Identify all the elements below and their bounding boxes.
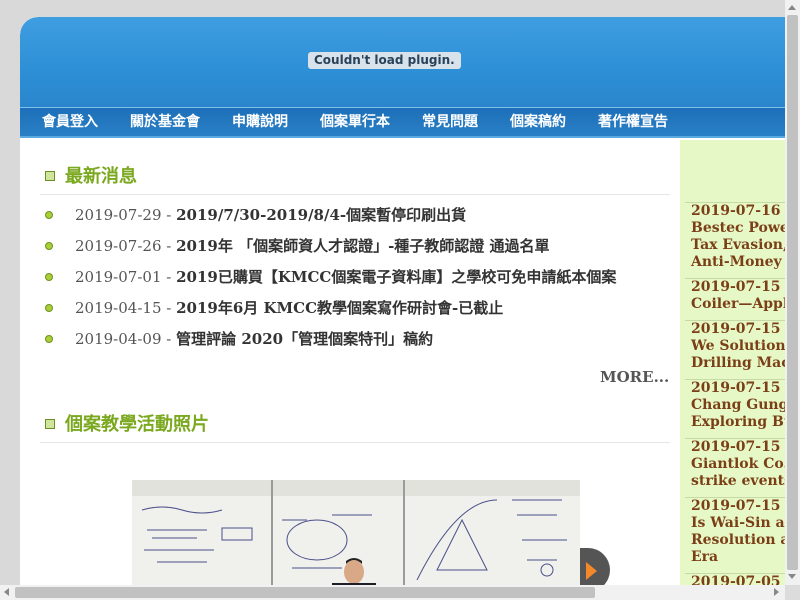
news-more-link[interactable]: MORE... [600,368,669,386]
news-item: 2019-07-29 - 2019/7/30-2019/8/4-個案暫停印刷出貨 [45,203,466,227]
square-bullet-icon [45,419,55,429]
sidebar-case-list: 2019-07-16 Bestec Power E Tax Evasion, C… [680,140,800,592]
sidebar-case-item[interactable]: 2019-07-15 Coiler—Applic [685,278,800,313]
main-nav: 會員登入 關於基金會 申購說明 個案單行本 常見問題 個案稿約 著作權宣告 [20,107,800,138]
bullet-dot-icon [45,335,53,343]
horizontal-scroll-thumb[interactable] [15,587,595,598]
nav-item-about-foundation[interactable]: 關於基金會 [130,108,200,136]
scroll-down-arrow-icon[interactable] [788,574,796,579]
photos-section-title: 個案教學活動照片 [45,413,209,437]
news-item: 2019-04-15 - 2019年6月 KMCC教學個案寫作研討會-已截止 [45,296,503,320]
page-frame: Couldn't load plugin. 會員登入 關於基金會 申購說明 個案… [20,17,800,592]
divider [40,194,670,195]
whiteboard-photo-image [132,480,580,592]
bullet-dot-icon [45,242,53,250]
vertical-scroll-thumb[interactable] [787,15,798,570]
news-item: 2019-07-01 - 2019已購買【KMCC個案電子資料庫】之學校可免申請… [45,265,616,289]
divider [40,442,670,443]
news-title-link[interactable]: 2019/7/30-2019/8/4-個案暫停印刷出貨 [176,206,466,224]
nav-item-call-for-cases[interactable]: 個案稿約 [510,108,566,136]
main-content: 最新消息 2019-07-29 - 2019/7/30-2019/8/4-個案暫… [25,140,680,592]
news-title-link[interactable]: 管理評論 2020「管理個案特刊」稿約 [176,330,433,348]
bullet-dot-icon [45,273,53,281]
sidebar-case-item[interactable]: 2019-07-15 Chang Gung H Exploring Busi [685,379,800,431]
activity-photo[interactable] [132,480,580,592]
news-item: 2019-04-09 - 管理評論 2020「管理個案特刊」稿約 [45,327,433,351]
news-title-link[interactable]: 2019已購買【KMCC個案電子資料庫】之學校可免申請紙本個案 [176,268,616,286]
news-item: 2019-07-26 - 2019年 「個案師資人才認證」-種子教師認證 通過名… [45,234,550,258]
news-title-link[interactable]: 2019年6月 KMCC教學個案寫作研討會-已截止 [176,299,503,317]
bullet-dot-icon [45,304,53,312]
nav-item-case-booklets[interactable]: 個案單行本 [320,108,390,136]
vertical-scrollbar[interactable] [785,0,800,585]
sidebar-case-item[interactable]: 2019-07-15 Is Wai-Sin a Yo Resolution an… [685,497,800,566]
nav-item-copyright[interactable]: 著作權宣告 [598,108,668,136]
scroll-up-arrow-icon[interactable] [788,5,796,10]
horizontal-scrollbar[interactable] [0,585,785,600]
bullet-dot-icon [45,211,53,219]
news-section-title: 最新消息 [45,165,137,189]
nav-item-member-login[interactable]: 會員登入 [42,108,98,136]
nav-item-faq[interactable]: 常見問題 [422,108,478,136]
header-banner: Couldn't load plugin. [20,17,800,107]
scrollbar-corner [785,585,800,600]
sidebar-case-item[interactable]: 2019-07-15 We Solutions T Drilling Machi [685,320,800,372]
sidebar-case-item[interactable]: 2019-07-15 Giantlok Co., l strike events… [685,438,800,490]
sidebar-case-item[interactable]: 2019-07-16 Bestec Power E Tax Evasion, C… [685,202,800,271]
square-bullet-icon [45,171,55,181]
scroll-left-arrow-icon[interactable] [4,588,9,596]
scroll-right-arrow-icon[interactable] [774,588,779,596]
news-title-link[interactable]: 2019年 「個案師資人才認證」-種子教師認證 通過名單 [176,237,549,255]
plugin-error-message: Couldn't load plugin. [308,52,461,69]
nav-item-purchase-guide[interactable]: 申購說明 [232,108,288,136]
